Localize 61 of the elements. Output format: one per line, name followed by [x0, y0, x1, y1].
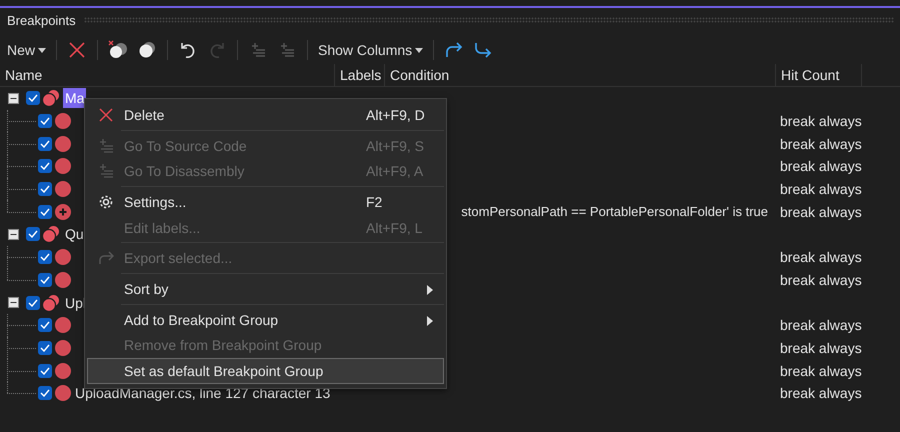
group-name[interactable]: Qu: [63, 224, 86, 244]
hit-count-text: break always: [780, 317, 862, 334]
hit-count-text: break always: [780, 204, 862, 220]
condition-text: stomPersonalPath == PortablePersonalFolder' is true: [461, 204, 768, 220]
collapse-toggle[interactable]: [8, 92, 19, 104]
checkbox[interactable]: [38, 340, 52, 355]
column-header[interactable]: Name: [0, 64, 335, 86]
breakpoint-icon: [55, 340, 71, 356]
checkbox[interactable]: [38, 364, 52, 378]
checkbox[interactable]: [26, 227, 40, 242]
breakpoint-icon: [55, 113, 71, 130]
group-name[interactable]: Ma: [63, 88, 86, 108]
checkbox[interactable]: [38, 204, 52, 219]
hit-count-text: break always: [780, 272, 862, 288]
checkbox[interactable]: [38, 159, 52, 174]
hit-count-text: break always: [780, 249, 862, 266]
column-header[interactable]: Hit Count: [776, 64, 862, 86]
menu-item[interactable]: Settings... F2: [87, 189, 444, 215]
breakpoint-group-icon: [42, 294, 60, 312]
caret-icon[interactable]: [415, 48, 424, 52]
breakpoint-group-icon: [42, 225, 60, 244]
toolbar-dropdown[interactable]: Show Columns: [315, 40, 414, 60]
conditional-breakpoint-icon: [55, 204, 71, 220]
settings-icon: [98, 194, 114, 210]
breakpoint-icon: [55, 181, 71, 198]
menu-item[interactable]: Add to Breakpoint Group: [87, 306, 444, 332]
caret-icon[interactable]: [38, 48, 46, 52]
checkbox[interactable]: [38, 386, 52, 400]
breakpoint-icon: [55, 385, 71, 402]
breakpoint-icon: [55, 272, 71, 288]
checkbox[interactable]: [38, 272, 52, 287]
breakpoint-icon: [55, 317, 71, 334]
delete-icon: [98, 106, 114, 123]
checkbox[interactable]: [38, 182, 52, 196]
hit-count-text: break always: [780, 181, 862, 198]
checkbox[interactable]: [26, 91, 40, 106]
breakpoint-icon: [55, 136, 71, 152]
checkbox[interactable]: [38, 318, 52, 332]
collapse-toggle[interactable]: [8, 228, 19, 240]
hit-count-text: break always: [780, 340, 862, 356]
breakpoint-icon: [55, 362, 71, 379]
hit-count-text: break always: [780, 113, 862, 130]
menu-item[interactable]: Delete Alt+F9, D: [87, 102, 444, 128]
hit-count-text: break always: [780, 362, 862, 379]
breakpoint-icon: [55, 158, 71, 174]
checkbox[interactable]: [38, 250, 52, 264]
window-title: Breakpoints: [7, 12, 76, 28]
breakpoint-icon: [55, 249, 71, 266]
checkbox[interactable]: [38, 114, 52, 128]
menu-item[interactable]: Set as default Breakpoint Group: [87, 358, 444, 384]
checkbox[interactable]: [26, 296, 40, 310]
menu-item[interactable]: Sort by: [87, 276, 444, 302]
hit-count-text: break always: [780, 385, 862, 402]
hit-count-text: break always: [780, 158, 862, 174]
column-header[interactable]: Condition: [385, 64, 776, 86]
collapse-toggle[interactable]: [8, 297, 19, 308]
breakpoint-group-icon: [42, 89, 60, 108]
column-header[interactable]: Labels: [335, 64, 385, 86]
toolbar-dropdown[interactable]: New: [4, 40, 36, 60]
hit-count-text: break always: [780, 136, 862, 152]
checkbox[interactable]: [38, 136, 52, 151]
